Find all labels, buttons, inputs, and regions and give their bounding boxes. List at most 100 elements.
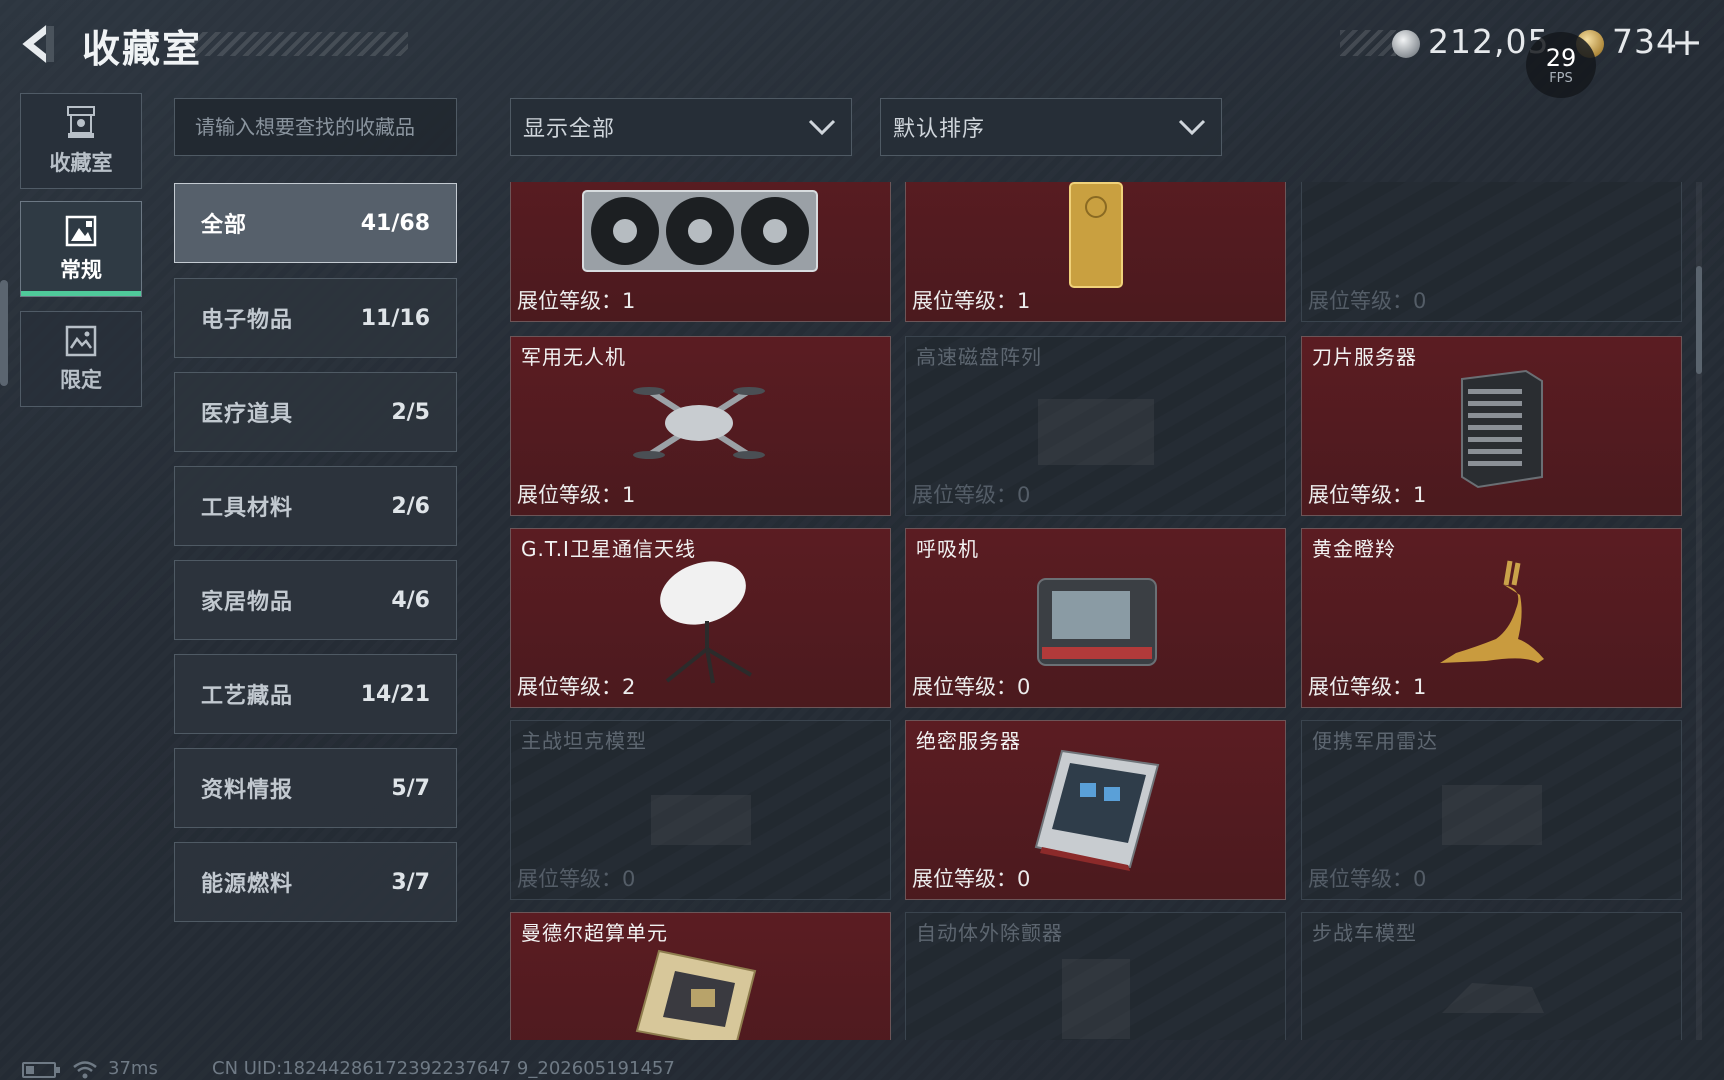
back-arrow-icon xyxy=(22,25,54,63)
category-count: 3/7 xyxy=(391,869,430,895)
side-tab-regular[interactable]: 常规 xyxy=(20,201,142,297)
grid-scrollbar-thumb[interactable] xyxy=(1696,266,1702,374)
display-level: 展位等级：0 xyxy=(912,867,1031,891)
collection-card[interactable]: 展位等级：1 xyxy=(905,182,1286,322)
ventilator-icon xyxy=(1037,578,1157,666)
status-footer: 37ms CN UID:18244286172392237647 9_20260… xyxy=(0,1052,1724,1080)
title-decoration xyxy=(190,32,408,56)
item-name: 呼吸机 xyxy=(916,537,979,561)
side-scroll-indicator xyxy=(0,280,8,386)
category-tools[interactable]: 工具材料 2/6 xyxy=(174,466,457,546)
currency-decoration xyxy=(1340,30,1396,56)
gold-bar-icon xyxy=(1069,182,1123,288)
display-level: 展位等级：0 xyxy=(1308,289,1427,313)
display-level: 展位等级：1 xyxy=(517,289,636,313)
collection-grid: 展位等级：1 展位等级：1 展位等级：0 军用无人机 展位等级：1 高速磁盘阵列… xyxy=(510,182,1682,1040)
gold-currency-value: 734 xyxy=(1612,22,1678,61)
collection-card[interactable]: 黄金瞪羚 展位等级：1 xyxy=(1301,528,1682,708)
fps-label: FPS xyxy=(1549,70,1573,86)
drone-icon xyxy=(633,387,765,459)
collection-card[interactable]: 军用无人机 展位等级：1 xyxy=(510,336,891,516)
side-tab-limited[interactable]: 限定 xyxy=(20,311,142,407)
disk-array-icon xyxy=(1038,399,1154,465)
category-name: 电子物品 xyxy=(201,308,294,333)
collection-card[interactable]: 展位等级：1 xyxy=(510,182,891,322)
collection-card[interactable]: 刀片服务器 展位等级：1 xyxy=(1301,336,1682,516)
wifi-icon xyxy=(73,1061,97,1079)
header: 收藏室 212,05 734 + 29 FPS xyxy=(0,0,1724,98)
add-currency-button[interactable]: + xyxy=(1670,20,1704,64)
category-medical[interactable]: 医疗道具 2/5 xyxy=(174,372,457,452)
trophy-icon xyxy=(67,106,95,138)
back-button[interactable] xyxy=(18,22,62,66)
sort-dropdown[interactable]: 默认排序 xyxy=(880,98,1222,156)
collection-card-locked[interactable]: 便携军用雷达 展位等级：0 xyxy=(1301,720,1682,900)
item-name: 自动体外除颤器 xyxy=(916,921,1063,945)
category-name: 家居物品 xyxy=(201,590,294,615)
category-count: 4/6 xyxy=(391,587,430,613)
category-household[interactable]: 家居物品 4/6 xyxy=(174,560,457,640)
satellite-dish-icon xyxy=(660,561,753,684)
compute-unit-icon xyxy=(635,949,757,1040)
category-count: 41/68 xyxy=(360,210,430,236)
battery-icon xyxy=(22,1062,60,1078)
collection-card-locked[interactable]: 高速磁盘阵列 展位等级：0 xyxy=(905,336,1286,516)
defibrillator-icon xyxy=(1062,959,1130,1039)
display-level: 展位等级：1 xyxy=(517,483,636,507)
ifv-model-icon xyxy=(1442,983,1544,1013)
item-name: 主战坦克模型 xyxy=(521,729,647,753)
display-filter-dropdown[interactable]: 显示全部 xyxy=(510,98,852,156)
collection-search-input[interactable] xyxy=(174,98,457,156)
fps-badge: 29 FPS xyxy=(1526,32,1596,98)
collection-card[interactable]: 曼德尔超算单元 xyxy=(510,912,891,1040)
item-name: 刀片服务器 xyxy=(1312,345,1417,369)
category-name: 医疗道具 xyxy=(201,402,294,427)
item-name: 黄金瞪羚 xyxy=(1312,537,1396,561)
display-level: 展位等级：0 xyxy=(1308,867,1427,891)
ping-value: 37ms xyxy=(108,1058,158,1079)
side-tab-label: 收藏室 xyxy=(49,151,113,175)
category-name: 工具材料 xyxy=(201,496,294,521)
item-name: 高速磁盘阵列 xyxy=(916,345,1042,369)
collection-card-locked[interactable]: 主战坦克模型 展位等级：0 xyxy=(510,720,891,900)
display-level: 展位等级：0 xyxy=(912,675,1031,699)
collection-card-locked[interactable]: 展位等级：0 xyxy=(1301,182,1682,322)
rack-server-icon xyxy=(1034,749,1160,871)
item-name: 便携军用雷达 xyxy=(1312,729,1438,753)
category-name: 资料情报 xyxy=(201,778,294,803)
display-level: 展位等级：1 xyxy=(1308,483,1427,507)
item-name: 绝密服务器 xyxy=(916,729,1021,753)
category-count: 5/7 xyxy=(391,775,430,801)
blade-server-icon xyxy=(1461,369,1543,489)
category-name: 全部 xyxy=(201,213,248,238)
chevron-down-icon xyxy=(1178,119,1206,136)
category-name: 工艺藏品 xyxy=(201,684,294,709)
sort-value: 默认排序 xyxy=(893,117,986,142)
collection-card-locked[interactable]: 自动体外除颤器 xyxy=(905,912,1286,1040)
user-uid: CN UID:18244286172392237647 9_2026051914… xyxy=(212,1058,675,1079)
category-all[interactable]: 全部 41/68 xyxy=(174,183,457,263)
category-count: 2/6 xyxy=(391,493,430,519)
category-count: 11/16 xyxy=(360,305,430,331)
category-fuel[interactable]: 能源燃料 3/7 xyxy=(174,842,457,922)
category-electronics[interactable]: 电子物品 11/16 xyxy=(174,278,457,358)
collection-card[interactable]: 呼吸机 展位等级：0 xyxy=(905,528,1286,708)
display-level: 展位等级：0 xyxy=(517,867,636,891)
picture-icon xyxy=(65,325,97,357)
chevron-down-icon xyxy=(808,119,836,136)
collection-card-locked[interactable]: 步战车模型 xyxy=(1301,912,1682,1040)
collection-card[interactable]: G.T.I卫星通信天线 展位等级：2 xyxy=(510,528,891,708)
side-tab-collection[interactable]: 收藏室 xyxy=(20,93,142,189)
grid-scrollbar[interactable] xyxy=(1696,182,1702,1040)
collection-card[interactable]: 绝密服务器 展位等级：0 xyxy=(905,720,1286,900)
display-level: 展位等级：1 xyxy=(1308,675,1427,699)
active-tab-underline xyxy=(21,291,141,296)
category-crafts[interactable]: 工艺藏品 14/21 xyxy=(174,654,457,734)
image-icon xyxy=(65,215,97,247)
display-filter-value: 显示全部 xyxy=(523,117,616,142)
category-intel[interactable]: 资料情报 5/7 xyxy=(174,748,457,828)
fps-value: 29 xyxy=(1545,43,1577,72)
category-count: 2/5 xyxy=(391,399,430,425)
golden-gazelle-icon xyxy=(1440,560,1544,663)
item-name: 军用无人机 xyxy=(521,345,626,369)
